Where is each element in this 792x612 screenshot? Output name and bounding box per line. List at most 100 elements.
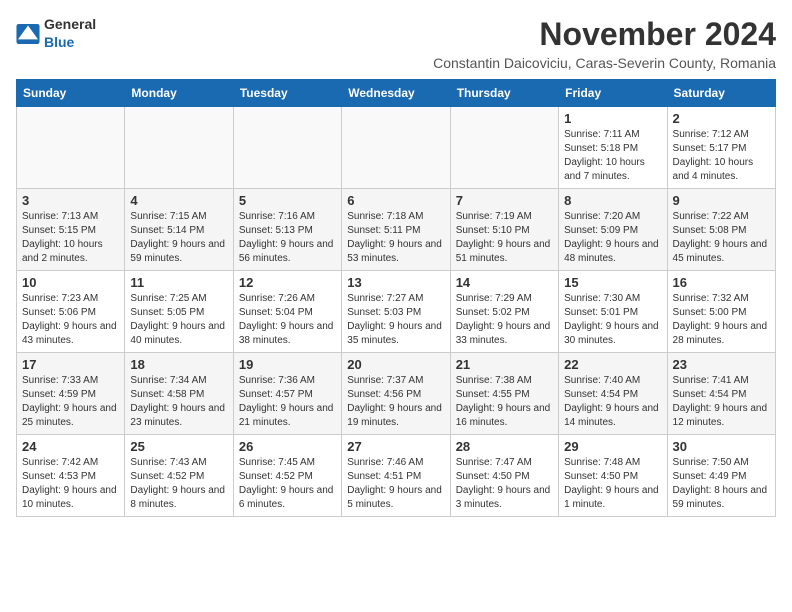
day-info: Sunrise: 7:15 AM Sunset: 5:14 PM Dayligh… [130, 210, 227, 266]
calendar-cell: 22 Sunrise: 7:40 AM Sunset: 4:54 PM Dayli… [559, 353, 667, 435]
calendar-week-row: 24 Sunrise: 7:42 AM Sunset: 4:53 PM Dayli… [17, 435, 776, 517]
calendar-cell: 21 Sunrise: 7:38 AM Sunset: 4:55 PM Dayli… [450, 353, 558, 435]
day-number: 15 [564, 275, 661, 290]
day-info: Sunrise: 7:45 AM Sunset: 4:52 PM Dayligh… [239, 456, 336, 512]
calendar-cell: 13 Sunrise: 7:27 AM Sunset: 5:03 PM Dayli… [342, 271, 450, 353]
day-info: Sunrise: 7:38 AM Sunset: 4:55 PM Dayligh… [456, 374, 553, 430]
calendar-cell: 5Sunrise: 7:16 AM Sunset: 5:13 PM Daylig… [233, 189, 341, 271]
day-number: 24 [22, 439, 119, 454]
calendar-cell: 19 Sunrise: 7:36 AM Sunset: 4:57 PM Dayli… [233, 353, 341, 435]
subtitle: Constantin Daicoviciu, Caras-Severin Cou… [96, 55, 776, 71]
day-number: 7 [456, 193, 553, 208]
day-number: 8 [564, 193, 661, 208]
calendar-cell: 9 Sunrise: 7:22 AM Sunset: 5:08 PM Daylig… [667, 189, 775, 271]
day-info: Sunrise: 7:33 AM Sunset: 4:59 PM Dayligh… [22, 374, 119, 430]
logo: General Blue [16, 16, 96, 52]
day-info: Sunrise: 7:34 AM Sunset: 4:58 PM Dayligh… [130, 374, 227, 430]
weekday-header-saturday: Saturday [667, 80, 775, 107]
calendar-cell: 1 Sunrise: 7:11 AM Sunset: 5:18 PM Daylig… [559, 107, 667, 189]
calendar-cell: 17 Sunrise: 7:33 AM Sunset: 4:59 PM Dayli… [17, 353, 125, 435]
calendar-cell: 4Sunrise: 7:15 AM Sunset: 5:14 PM Daylig… [125, 189, 233, 271]
day-number: 9 [673, 193, 770, 208]
day-number: 20 [347, 357, 444, 372]
weekday-header-friday: Friday [559, 80, 667, 107]
day-info: Sunrise: 7:27 AM Sunset: 5:03 PM Dayligh… [347, 292, 444, 348]
day-info: Sunrise: 7:47 AM Sunset: 4:50 PM Dayligh… [456, 456, 553, 512]
calendar-week-row: 3 Sunrise: 7:13 AM Sunset: 5:15 PM Daylig… [17, 189, 776, 271]
title-area: November 2024 Constantin Daicoviciu, Car… [96, 16, 776, 71]
day-number: 25 [130, 439, 227, 454]
calendar-week-row: 1 Sunrise: 7:11 AM Sunset: 5:18 PM Daylig… [17, 107, 776, 189]
calendar-cell: 10 Sunrise: 7:23 AM Sunset: 5:06 PM Dayli… [17, 271, 125, 353]
calendar-cell: 24 Sunrise: 7:42 AM Sunset: 4:53 PM Dayli… [17, 435, 125, 517]
calendar-cell: 28Sunrise: 7:47 AM Sunset: 4:50 PM Dayli… [450, 435, 558, 517]
logo-text-blue: Blue [44, 34, 74, 50]
calendar-cell [125, 107, 233, 189]
day-info: Sunrise: 7:46 AM Sunset: 4:51 PM Dayligh… [347, 456, 444, 512]
day-info: Sunrise: 7:43 AM Sunset: 4:52 PM Dayligh… [130, 456, 227, 512]
day-info: Sunrise: 7:26 AM Sunset: 5:04 PM Dayligh… [239, 292, 336, 348]
calendar-cell: 6Sunrise: 7:18 AM Sunset: 5:11 PM Daylig… [342, 189, 450, 271]
day-number: 11 [130, 275, 227, 290]
calendar-cell: 18 Sunrise: 7:34 AM Sunset: 4:58 PM Dayli… [125, 353, 233, 435]
day-number: 17 [22, 357, 119, 372]
weekday-header-row: SundayMondayTuesdayWednesdayThursdayFrid… [17, 80, 776, 107]
day-number: 12 [239, 275, 336, 290]
day-info: Sunrise: 7:23 AM Sunset: 5:06 PM Dayligh… [22, 292, 119, 348]
day-number: 3 [22, 193, 119, 208]
weekday-header-tuesday: Tuesday [233, 80, 341, 107]
day-number: 14 [456, 275, 553, 290]
calendar-cell: 20 Sunrise: 7:37 AM Sunset: 4:56 PM Dayli… [342, 353, 450, 435]
calendar-cell [17, 107, 125, 189]
day-info: Sunrise: 7:22 AM Sunset: 5:08 PM Dayligh… [673, 210, 770, 266]
weekday-header-thursday: Thursday [450, 80, 558, 107]
day-info: Sunrise: 7:25 AM Sunset: 5:05 PM Dayligh… [130, 292, 227, 348]
day-number: 30 [673, 439, 770, 454]
weekday-header-wednesday: Wednesday [342, 80, 450, 107]
calendar-week-row: 17 Sunrise: 7:33 AM Sunset: 4:59 PM Dayli… [17, 353, 776, 435]
calendar-cell: 12 Sunrise: 7:26 AM Sunset: 5:04 PM Dayli… [233, 271, 341, 353]
calendar-week-row: 10 Sunrise: 7:23 AM Sunset: 5:06 PM Dayli… [17, 271, 776, 353]
page-header: General Blue November 2024 Constantin Da… [16, 16, 776, 71]
day-info: Sunrise: 7:50 AM Sunset: 4:49 PM Dayligh… [673, 456, 770, 512]
calendar-cell: 16Sunrise: 7:32 AM Sunset: 5:00 PM Dayli… [667, 271, 775, 353]
day-info: Sunrise: 7:30 AM Sunset: 5:01 PM Dayligh… [564, 292, 661, 348]
day-info: Sunrise: 7:32 AM Sunset: 5:00 PM Dayligh… [673, 292, 770, 348]
month-title: November 2024 [96, 16, 776, 53]
day-info: Sunrise: 7:42 AM Sunset: 4:53 PM Dayligh… [22, 456, 119, 512]
day-info: Sunrise: 7:48 AM Sunset: 4:50 PM Dayligh… [564, 456, 661, 512]
day-number: 10 [22, 275, 119, 290]
day-info: Sunrise: 7:40 AM Sunset: 4:54 PM Dayligh… [564, 374, 661, 430]
day-info: Sunrise: 7:18 AM Sunset: 5:11 PM Dayligh… [347, 210, 444, 266]
day-info: Sunrise: 7:13 AM Sunset: 5:15 PM Dayligh… [22, 210, 119, 266]
day-number: 22 [564, 357, 661, 372]
day-info: Sunrise: 7:36 AM Sunset: 4:57 PM Dayligh… [239, 374, 336, 430]
calendar-table: SundayMondayTuesdayWednesdayThursdayFrid… [16, 79, 776, 517]
day-info: Sunrise: 7:29 AM Sunset: 5:02 PM Dayligh… [456, 292, 553, 348]
day-number: 27 [347, 439, 444, 454]
calendar-cell: 14 Sunrise: 7:29 AM Sunset: 5:02 PM Dayli… [450, 271, 558, 353]
calendar-cell: 15 Sunrise: 7:30 AM Sunset: 5:01 PM Dayli… [559, 271, 667, 353]
weekday-header-sunday: Sunday [17, 80, 125, 107]
day-info: Sunrise: 7:19 AM Sunset: 5:10 PM Dayligh… [456, 210, 553, 266]
calendar-cell: 23Sunrise: 7:41 AM Sunset: 4:54 PM Dayli… [667, 353, 775, 435]
day-number: 18 [130, 357, 227, 372]
day-number: 13 [347, 275, 444, 290]
calendar-cell: 29 Sunrise: 7:48 AM Sunset: 4:50 PM Dayli… [559, 435, 667, 517]
calendar-cell: 3 Sunrise: 7:13 AM Sunset: 5:15 PM Daylig… [17, 189, 125, 271]
day-number: 19 [239, 357, 336, 372]
day-number: 21 [456, 357, 553, 372]
calendar-cell: 25 Sunrise: 7:43 AM Sunset: 4:52 PM Dayli… [125, 435, 233, 517]
calendar-cell: 8 Sunrise: 7:20 AM Sunset: 5:09 PM Daylig… [559, 189, 667, 271]
calendar-cell [450, 107, 558, 189]
day-number: 29 [564, 439, 661, 454]
calendar-cell: 2Sunrise: 7:12 AM Sunset: 5:17 PM Daylig… [667, 107, 775, 189]
day-number: 2 [673, 111, 770, 126]
day-info: Sunrise: 7:20 AM Sunset: 5:09 PM Dayligh… [564, 210, 661, 266]
calendar-cell [233, 107, 341, 189]
day-info: Sunrise: 7:11 AM Sunset: 5:18 PM Dayligh… [564, 128, 661, 184]
day-number: 1 [564, 111, 661, 126]
day-info: Sunrise: 7:37 AM Sunset: 4:56 PM Dayligh… [347, 374, 444, 430]
calendar-cell [342, 107, 450, 189]
calendar-cell: 7 Sunrise: 7:19 AM Sunset: 5:10 PM Daylig… [450, 189, 558, 271]
